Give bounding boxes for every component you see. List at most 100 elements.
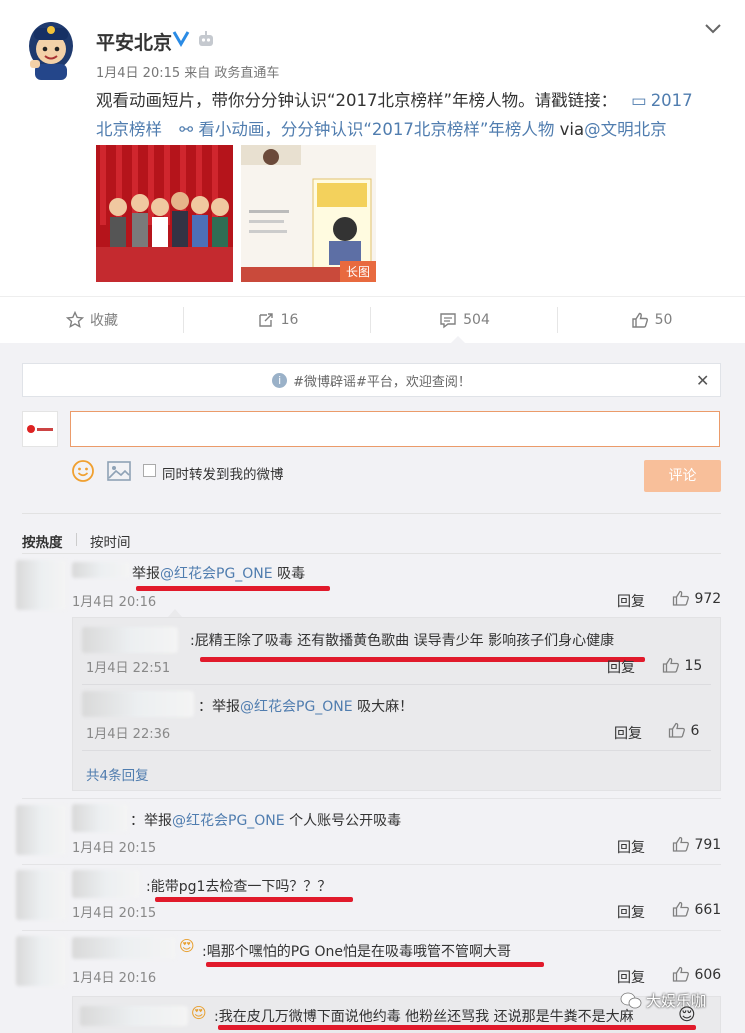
reply-text: :屁精王除了吸毒 还有散播黄色歌曲 误导青少年 影响孩子们身心健康 [190,633,615,649]
post-image-long[interactable]: 长图 [241,145,376,282]
username-blurred[interactable] [72,804,128,832]
comment-avatar-blurred[interactable] [16,805,66,855]
comment-time[interactable]: 1月4日 20:16 [72,591,156,610]
via-user-link[interactable]: @文明北京 [584,120,667,139]
like-button[interactable]: 791 [672,836,721,853]
reply-time[interactable]: 1月4日 22:36 [86,723,170,742]
comment-text: ：举报@红花会PG_ONE 个人账号公开吸毒 [130,813,402,829]
chevron-down-icon[interactable] [704,22,722,36]
thumbs-up-icon [672,836,690,852]
reply-button[interactable]: 回复 [607,657,635,677]
post-link-2017-cont[interactable]: 北京榜样 [96,120,162,139]
like-count: 50 [654,312,673,328]
long-image-badge: 长图 [339,261,376,282]
emoji-icon: 😍 [179,937,195,955]
repost-icon [258,313,273,327]
user-avatar-small[interactable] [22,411,58,447]
highlight-underline [136,586,330,591]
username-blurred[interactable] [80,1006,188,1026]
thumbs-up-icon [672,590,690,606]
mention-link[interactable]: @红花会PG_ONE [160,566,273,582]
emoji-icon: 😍 [191,1004,207,1022]
action-bar-divider-top [0,296,745,297]
comment-avatar-blurred[interactable] [16,560,66,610]
avatar[interactable] [22,16,80,82]
comment-icon [440,313,456,329]
comment-text: 举报@红花会PG_ONE 吸毒 [132,566,306,582]
reply-button[interactable]: 回复 [617,837,645,857]
like-button[interactable]: 50 [558,300,745,340]
view-all-replies-link[interactable]: 共4条回复 [86,764,149,784]
post-link-video[interactable]: 看小动画，分分钟认识“2017北京榜样”年榜人物 [198,120,554,139]
submit-comment-button[interactable]: 评论 [644,460,721,492]
thumbs-up-icon [672,901,690,917]
watermark-text: 大娱乐咖 [646,992,707,1010]
repost-option-label: 同时转发到我的微博 [162,467,284,483]
mention-link[interactable]: @红花会PG_ONE [172,813,285,829]
username-blurred[interactable] [72,562,130,578]
post-link-2017[interactable]: 2017 [651,91,693,110]
emoji-icon: 😌 [678,1005,696,1025]
reply-time[interactable]: 1月4日 22:51 [86,657,170,676]
info-icon: i [272,372,288,388]
sort-by-time[interactable]: 按时间 [90,531,131,551]
comment-time[interactable]: 1月4日 20:15 [72,837,156,856]
username-blurred[interactable] [82,627,178,653]
comment-button[interactable]: 504 [371,300,558,340]
comment-avatar-blurred[interactable] [16,870,66,920]
comment-avatar-blurred[interactable] [16,936,66,986]
close-icon[interactable]: ✕ [696,371,709,390]
comment-time[interactable]: 1月4日 20:16 [72,967,156,986]
comment-text: :能带pg1去检查一下吗？？？ [146,879,332,895]
username-blurred[interactable] [72,870,140,898]
author-name[interactable]: 平安北京 [96,28,172,55]
like-button[interactable]: 972 [672,590,721,607]
comment-pointer [451,336,465,343]
reply-button[interactable]: 回复 [617,902,645,922]
post-time[interactable]: 1月4日 20:15 [96,66,180,81]
highlight-underline [218,1025,696,1030]
nested-divider [82,750,711,751]
highlight-underline [200,657,645,662]
repost-button[interactable]: 16 [184,300,371,340]
robot-icon [197,30,215,48]
reply-button[interactable]: 回复 [617,591,645,611]
image-icon[interactable] [107,461,131,481]
video-icon: ▭ [631,91,647,110]
username-blurred[interactable] [72,937,176,959]
reply-button[interactable]: 回复 [614,723,642,743]
thumbs-up-icon [672,966,690,982]
mention-link[interactable]: @红花会PG_ONE [240,699,353,715]
verified-icon [172,29,190,47]
like-button[interactable]: 606 [672,966,721,983]
comment-input[interactable] [70,411,720,447]
post-image-cartoon[interactable] [96,145,233,282]
star-icon [66,311,84,329]
wechat-icon [620,992,642,1010]
comment-time[interactable]: 1月4日 20:15 [72,902,156,921]
sort-divider [22,513,721,514]
notice-text: #微博辟谣#平台，欢迎查阅！ [293,374,471,390]
post-text: 观看动画短片，带你分分钟认识“2017北京榜样”年榜人物。请戳链接： [96,91,618,110]
comment-divider [22,930,721,931]
username-blurred[interactable] [82,691,194,717]
comment-text: :唱那个嘿怕的PG One怕是在吸毒哦管不管啊大哥 [202,944,511,960]
nested-divider [82,684,711,685]
like-button[interactable]: 15 [662,657,702,674]
like-button[interactable]: 6 [668,722,699,739]
thumbs-up-icon [631,312,648,328]
emoji-icon[interactable] [71,459,95,483]
post-source[interactable]: 来自 政务直通车 [184,66,279,81]
sort-by-hot[interactable]: 按热度 [22,531,63,551]
reply-button[interactable]: 回复 [617,967,645,987]
like-button[interactable]: 661 [672,901,721,918]
reply-text: :我在皮几万微博下面说他约毒 他粉丝还骂我 还说那是牛粪不是大麻 [214,1009,634,1025]
highlight-underline [206,962,544,967]
notice-bar: i #微博辟谣#平台，欢迎查阅！ [22,363,721,397]
comment-count: 504 [463,312,490,328]
repost-checkbox[interactable] [143,464,156,477]
highlight-underline [155,897,353,902]
favorite-button[interactable]: 收藏 [0,300,184,340]
via-label: via [559,120,585,139]
favorite-label: 收藏 [90,313,118,329]
